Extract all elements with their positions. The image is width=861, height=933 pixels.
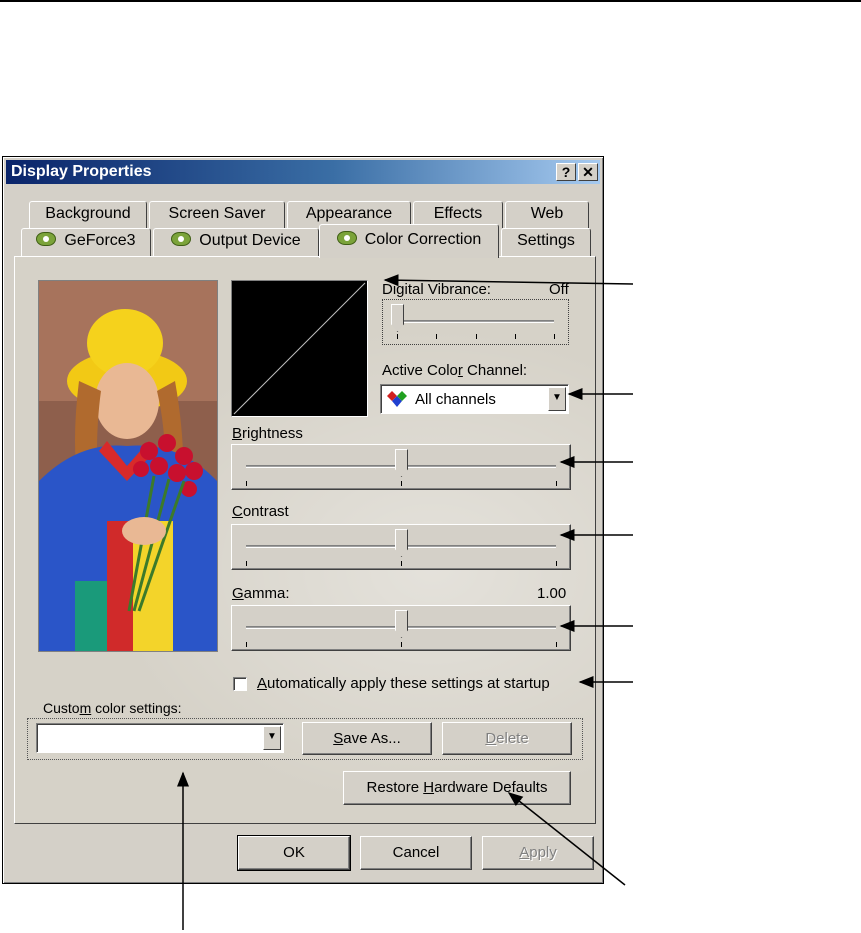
nvidia-eye-icon: [336, 231, 357, 245]
annotation-arrows: [177, 274, 634, 930]
arrow-restore-defaults: [507, 792, 626, 886]
tab-color-correction[interactable]: Color Correction: [319, 224, 499, 258]
tab-color-correction-label: Color Correction: [364, 231, 482, 248]
arrow-digital-vibrance: [383, 274, 634, 287]
